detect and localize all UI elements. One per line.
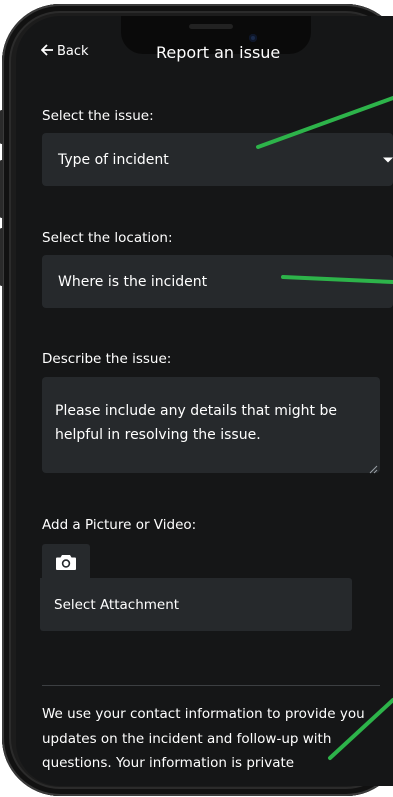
resize-grip-icon[interactable] bbox=[369, 462, 378, 474]
select-attachment-label: Select Attachment bbox=[54, 596, 180, 613]
location-input-placeholder: Where is the incident bbox=[58, 273, 208, 290]
caret-down-icon bbox=[383, 157, 393, 162]
camera-button[interactable] bbox=[42, 544, 90, 579]
description-label: Describe the issue: bbox=[42, 351, 172, 367]
arrow-left-icon bbox=[40, 44, 54, 59]
description-placeholder: Please include any details that might be… bbox=[55, 403, 337, 443]
nav-bar: Back Report an issue bbox=[16, 16, 393, 86]
issue-label: Select the issue: bbox=[42, 108, 154, 124]
phone-volume-down-button bbox=[0, 228, 3, 286]
location-label: Select the location: bbox=[42, 230, 173, 246]
issue-select-value: Type of incident bbox=[58, 151, 169, 168]
description-textarea[interactable]: Please include any details that might be… bbox=[42, 377, 380, 474]
app-screen: Back Report an issue Select the issue: T… bbox=[16, 16, 393, 786]
attachment-label: Add a Picture or Video: bbox=[42, 517, 197, 533]
camera-icon bbox=[55, 554, 77, 575]
back-button[interactable]: Back bbox=[40, 44, 89, 59]
issue-select[interactable]: Type of incident bbox=[42, 133, 393, 186]
page-title: Report an issue bbox=[156, 43, 281, 62]
back-label: Back bbox=[57, 44, 89, 59]
phone-volume-up-button bbox=[0, 160, 3, 218]
select-attachment-button[interactable]: Select Attachment bbox=[40, 578, 352, 631]
section-divider bbox=[42, 685, 380, 686]
phone-side-button bbox=[0, 110, 3, 144]
location-input[interactable]: Where is the incident bbox=[42, 255, 393, 308]
privacy-notice: We use your contact information to provi… bbox=[42, 706, 365, 771]
